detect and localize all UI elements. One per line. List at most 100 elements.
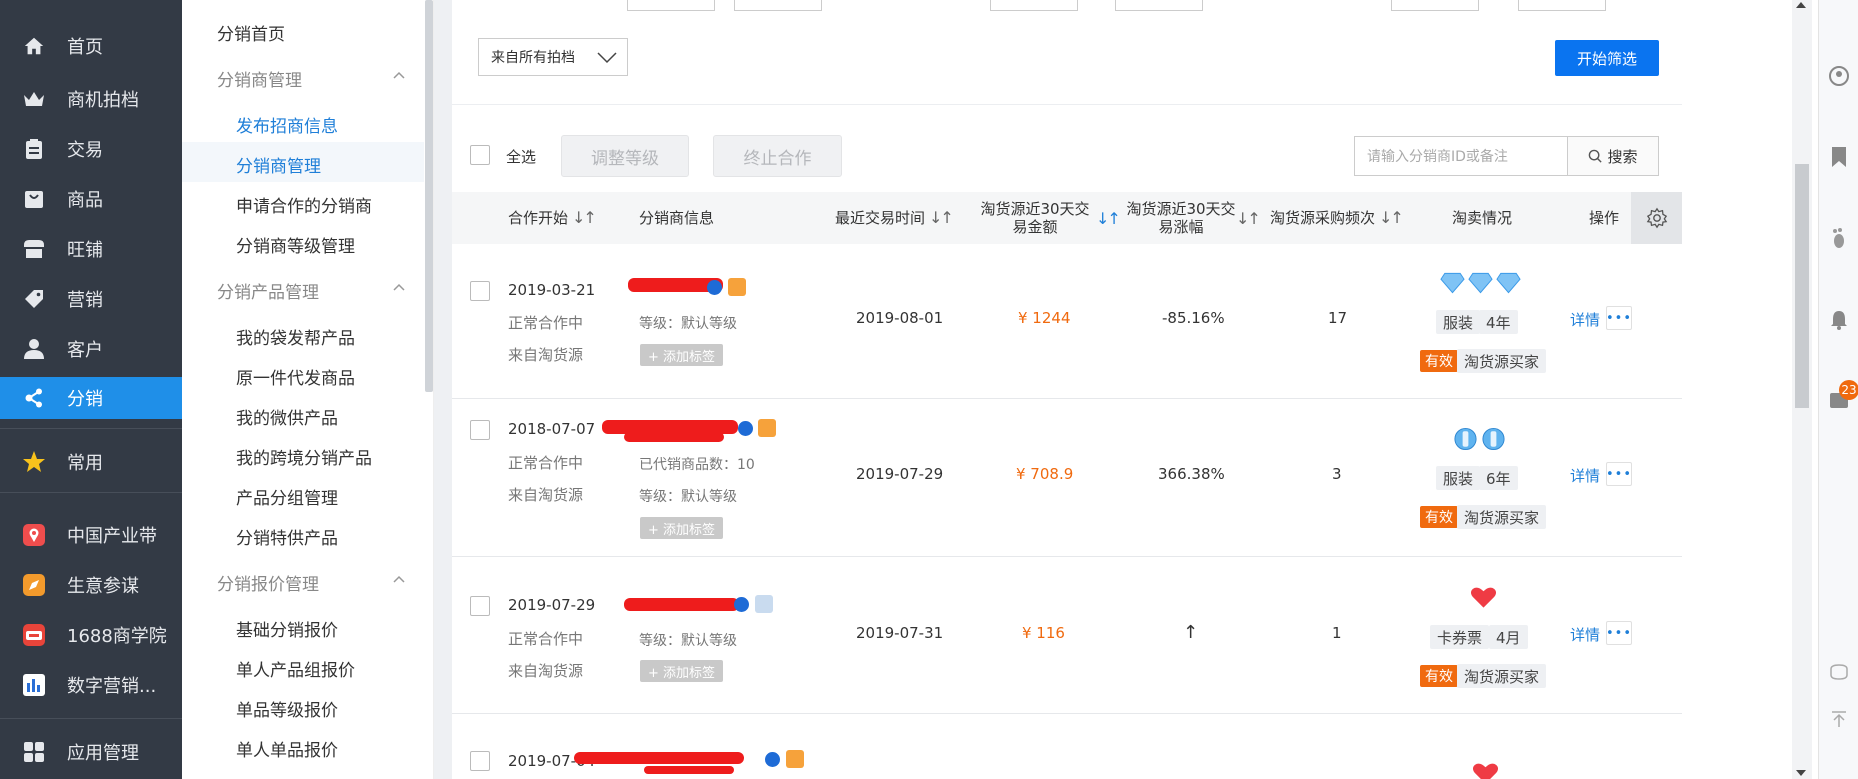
search-button-label: 搜索: [1607, 147, 1638, 166]
bookmark-icon[interactable]: [1827, 145, 1851, 169]
end-cooperation-button[interactable]: 终止合作: [713, 135, 842, 177]
nav-item-business-advisor[interactable]: 生意参谋: [0, 564, 182, 606]
sidebar-item-person-group-pricing[interactable]: 单人产品组报价: [236, 656, 355, 681]
amount-30d: ¥ 1244: [1018, 309, 1071, 327]
row-checkbox[interactable]: [470, 596, 490, 616]
filter-input[interactable]: [1391, 0, 1479, 11]
add-tag-button[interactable]: + 添加标签: [640, 344, 724, 366]
sidebar-item-applying-distributors[interactable]: 申请合作的分销商: [236, 192, 372, 217]
buyer-pill: 淘货源买家: [1457, 505, 1547, 529]
filter-input[interactable]: [734, 0, 822, 11]
purchase-frequency: 1: [1332, 624, 1342, 642]
sidebar-item-distributor-management[interactable]: 分销商管理: [236, 152, 321, 177]
home-icon: [22, 34, 46, 58]
redacted-distributor-name: [574, 752, 744, 764]
nav-item-1688-school[interactable]: 1688商学院: [0, 614, 182, 656]
sidebar-item-basic-pricing[interactable]: 基础分销报价: [236, 616, 338, 641]
nav-item-digital-marketing[interactable]: 数字营销...: [0, 664, 182, 706]
select-all-checkbox[interactable]: [470, 145, 490, 165]
sidebar-group-distributor-management[interactable]: 分销商管理: [217, 66, 302, 91]
search-input[interactable]: 请输入分销商ID或备注: [1354, 136, 1568, 176]
col-last-trade[interactable]: 最近交易时间 ↓↑: [835, 209, 954, 228]
sidebar-item-product-level-pricing[interactable]: 单品等级报价: [236, 696, 338, 721]
sort-icon[interactable]: ↓↑: [929, 209, 954, 227]
col-growth-30d[interactable]: 淘货源近30天交 易涨幅: [1121, 200, 1241, 236]
sidebar-item-distribution-home[interactable]: 分销首页: [217, 20, 285, 45]
sidebar-item-daifabang-products[interactable]: 我的袋发帮产品: [236, 324, 355, 349]
row-checkbox[interactable]: [470, 751, 490, 771]
shop-badge-icon: [758, 419, 776, 437]
detail-link[interactable]: 详情: [1570, 309, 1600, 330]
sidebar-item-publish-recruit[interactable]: 发布招商信息: [236, 112, 338, 137]
back-to-top-icon[interactable]: [1827, 707, 1851, 731]
avatar-icon[interactable]: [1827, 64, 1851, 88]
nav-item-trade[interactable]: 交易: [0, 128, 182, 170]
bell-icon[interactable]: [1827, 308, 1851, 332]
sort-icon[interactable]: ↓↑: [1236, 209, 1261, 228]
select-all-label[interactable]: 全选: [506, 146, 536, 167]
col-amount-30d[interactable]: 淘货源近30天交 易金额: [975, 200, 1095, 236]
heart-icon: [1470, 587, 1497, 608]
more-actions-button[interactable]: •••: [1606, 621, 1632, 645]
nav-item-home[interactable]: 首页: [0, 25, 182, 67]
nav-item-shop[interactable]: 旺铺: [0, 228, 182, 270]
sidebar-item-distributor-levels[interactable]: 分销商等级管理: [236, 232, 355, 257]
filter-input[interactable]: [1115, 0, 1203, 11]
adjust-level-button[interactable]: 调整等级: [561, 135, 689, 177]
detail-link[interactable]: 详情: [1570, 465, 1600, 486]
nav-item-common[interactable]: 常用: [0, 441, 182, 483]
distribution-icon: [22, 386, 46, 410]
rank-diamonds: [1440, 272, 1521, 294]
col-frequency[interactable]: 淘货源采购频次 ↓↑: [1270, 209, 1404, 228]
category-pill: 卡券票: [1430, 625, 1490, 649]
sidebar-item-product-groups[interactable]: 产品分组管理: [236, 484, 338, 509]
sort-icon[interactable]: ↓↑: [1096, 209, 1121, 228]
row-checkbox[interactable]: [470, 281, 490, 301]
sidebar-group-pricing-management[interactable]: 分销报价管理: [217, 570, 319, 595]
nav-item-label: 生意参谋: [67, 576, 139, 597]
row-checkbox[interactable]: [470, 420, 490, 440]
nav-item-business-partner[interactable]: 商机拍档: [0, 78, 182, 120]
nav-item-marketing[interactable]: 营销: [0, 278, 182, 320]
col-coop-start[interactable]: 合作开始 ↓↑: [508, 209, 597, 228]
school-icon: [22, 623, 46, 647]
more-actions-button[interactable]: •••: [1606, 462, 1632, 486]
filter-input[interactable]: [990, 0, 1078, 11]
add-tag-button[interactable]: + 添加标签: [640, 517, 724, 539]
sort-icon[interactable]: ↓↑: [572, 209, 597, 227]
sidebar-scrollbar[interactable]: [425, 0, 433, 392]
scroll-up-arrow-icon[interactable]: [1795, 0, 1807, 10]
column-settings-button[interactable]: [1631, 192, 1682, 244]
filter-input[interactable]: [627, 0, 715, 11]
store-icon: [22, 237, 46, 261]
footprint-icon[interactable]: [1827, 226, 1851, 250]
source-select-value: 来自所有拍档: [491, 50, 575, 66]
filter-input[interactable]: [1518, 0, 1606, 11]
chevron-up-icon[interactable]: [393, 282, 405, 294]
add-tag-button[interactable]: + 添加标签: [640, 660, 724, 682]
sort-icon[interactable]: ↓↑: [1379, 209, 1404, 227]
chevron-up-icon[interactable]: [393, 70, 405, 82]
main-scrollbar-thumb[interactable]: [1795, 164, 1809, 408]
source-select[interactable]: 来自所有拍档: [478, 38, 628, 76]
feedback-icon[interactable]: [1827, 661, 1851, 685]
detail-link[interactable]: 详情: [1570, 624, 1600, 645]
sidebar-group-product-management[interactable]: 分销产品管理: [217, 278, 319, 303]
sidebar-item-dropship-products[interactable]: 原一件代发商品: [236, 364, 355, 389]
chevron-up-icon[interactable]: [393, 574, 405, 586]
nav-item-industry-belt[interactable]: 中国产业带: [0, 514, 182, 556]
sidebar-item-person-product-pricing[interactable]: 单人单品报价: [236, 736, 338, 761]
search-button[interactable]: 搜索: [1567, 136, 1659, 176]
sidebar-item-special-products[interactable]: 分销特供产品: [236, 524, 338, 549]
nav-item-app-management[interactable]: 应用管理: [0, 731, 182, 773]
nav-item-distribution[interactable]: 分销: [0, 377, 182, 419]
nav-item-goods[interactable]: 商品: [0, 178, 182, 220]
sidebar-item-weigong-products[interactable]: 我的微供产品: [236, 404, 338, 429]
more-actions-button[interactable]: •••: [1606, 306, 1632, 330]
app-window: 首页 商机拍档 交易 商品 旺铺 营销 客户 分销 常用 中国产业带 生意参谋 …: [0, 0, 1858, 779]
sidebar-item-crossborder-products[interactable]: 我的跨境分销产品: [236, 444, 372, 469]
scroll-down-arrow-icon[interactable]: [1795, 768, 1807, 778]
buyer-pill: 淘货源买家: [1457, 349, 1547, 373]
nav-item-customer[interactable]: 客户: [0, 328, 182, 370]
start-filter-button[interactable]: 开始筛选: [1555, 40, 1659, 76]
